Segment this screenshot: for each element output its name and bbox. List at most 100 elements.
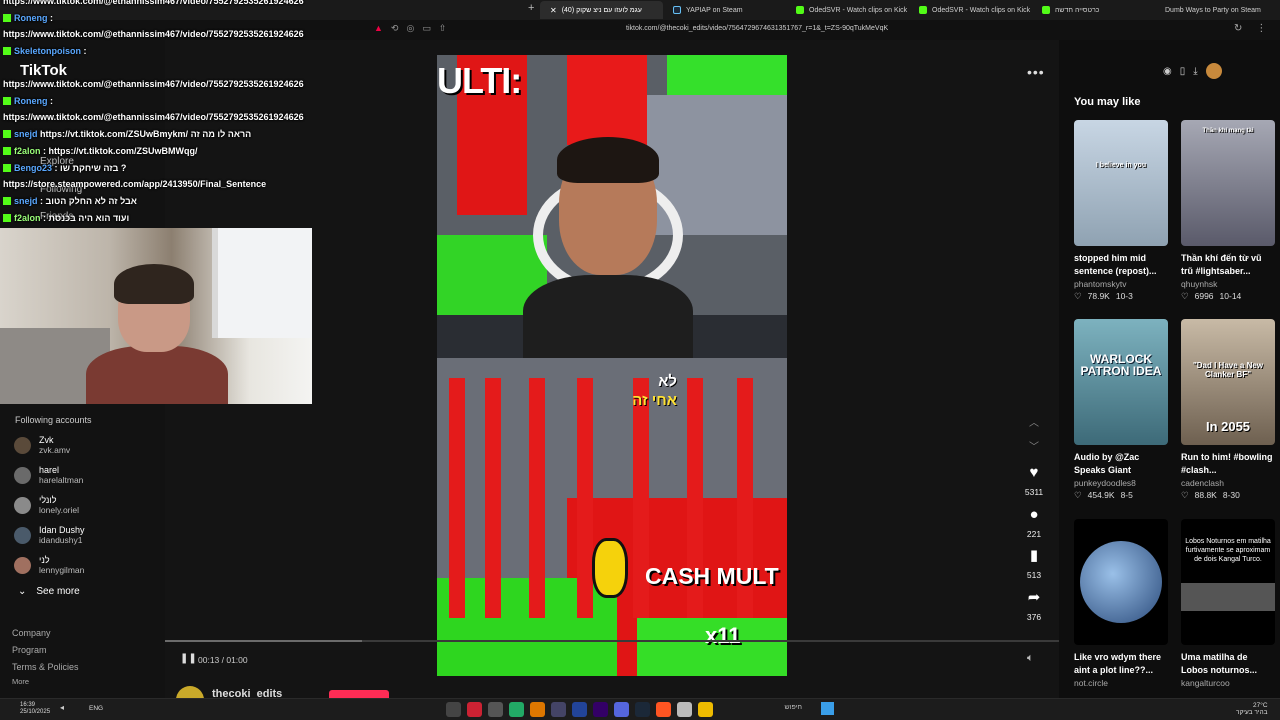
heart-icon: ♥: [1029, 464, 1039, 481]
video-caption-bottom: CASH MULT: [645, 563, 779, 589]
chrome-icon[interactable]: [467, 702, 482, 717]
following-account[interactable]: harel harelaltman: [14, 461, 164, 489]
app-icon[interactable]: [488, 702, 503, 717]
folder-icon[interactable]: [698, 702, 713, 717]
browser-tab-kick-1[interactable]: OdedSVR - Watch clips on Kick: [786, 1, 909, 19]
video-top-panel: ULTI:: [437, 55, 787, 365]
share-button[interactable]: ➦ 376: [1022, 589, 1046, 622]
see-more-label: See more: [36, 586, 80, 597]
clock-date: 25/10/2025: [20, 709, 51, 715]
webcam-overlay: [0, 228, 312, 404]
footer-company[interactable]: Company: [12, 628, 51, 638]
back-icon[interactable]: ⟲: [391, 23, 399, 34]
browser-tab-steam[interactable]: YAPIAP on Steam: [663, 1, 786, 19]
card-author: not.circle: [1074, 678, 1109, 688]
recommended-video-card[interactable]: Thần khí mạng tài Thần khí đến từ vũ trũ…: [1181, 120, 1275, 302]
chat-message: Roneng :: [3, 96, 53, 106]
app-icon[interactable]: [677, 702, 692, 717]
phone-icon[interactable]: ▯: [1180, 66, 1186, 77]
warning-icon[interactable]: ▲: [374, 23, 383, 34]
tab-label: (40) עגמ לועזו עם ניצ שקוק: [561, 6, 642, 14]
steam-icon: [673, 6, 681, 14]
taskbar-search[interactable]: חיפוש: [750, 704, 816, 716]
discord-icon[interactable]: [614, 702, 629, 717]
chat-text: :: [83, 46, 87, 56]
chat-message: f2alon : https://vt.tiktok.com/ZSUwBMWqg…: [3, 146, 198, 156]
footer-terms[interactable]: Terms & Policies: [12, 662, 79, 672]
app-icon[interactable]: [572, 702, 587, 717]
recommended-video-card[interactable]: "Dad I Have a New Clanker BF" In 2055 Ru…: [1181, 319, 1275, 501]
video-progress-bar[interactable]: [165, 640, 1059, 642]
app-icon[interactable]: [530, 702, 545, 717]
compass-icon[interactable]: ◉: [1163, 66, 1172, 77]
brave-icon[interactable]: [656, 702, 671, 717]
account-name: harel: [39, 465, 60, 475]
chat-text: :: [50, 13, 54, 23]
new-tab-icon[interactable]: +: [528, 2, 534, 14]
screen-icon[interactable]: ▭: [422, 23, 431, 34]
following-account[interactable]: Idan Dushy idandushy1: [14, 521, 164, 549]
menu-icon[interactable]: ⋮: [1256, 23, 1266, 34]
following-account[interactable]: לונלי lonely.oriel: [14, 491, 164, 519]
recommended-video-card[interactable]: I believe in you stopped him mid sentenc…: [1074, 120, 1168, 302]
chat-message: Roneng :: [3, 13, 53, 23]
share-count: 376: [1026, 612, 1042, 622]
kick-icon: [1042, 6, 1050, 14]
volume-icon[interactable]: 🔈︎: [1027, 652, 1034, 665]
footer-program[interactable]: Program: [12, 645, 47, 655]
see-more-button[interactable]: ⌄ See more: [18, 586, 80, 597]
following-account[interactable]: Zvk zvk.amv: [14, 431, 164, 459]
premiere-icon[interactable]: [593, 702, 608, 717]
hebrew-line-1: לא: [658, 373, 677, 390]
card-likes: 6996: [1194, 291, 1214, 301]
taskbar-clock[interactable]: 16:39 25/10/2025: [20, 702, 50, 716]
video-player[interactable]: ULTI: לא אחי זה CASH MULT x11: [437, 55, 787, 676]
reload-icon[interactable]: ↻: [1234, 23, 1242, 34]
pause-icon[interactable]: ❚❚: [180, 653, 197, 664]
browser-tab-kick-2[interactable]: OdedSVR - Watch clips on Kick: [909, 1, 1032, 19]
browser-tab-new[interactable]: כרטסייה חדשה: [1032, 1, 1155, 19]
browser-tab-steam-2[interactable]: Dumb Ways to Party on Steam: [1155, 1, 1278, 19]
account-handle: lennygilman: [39, 565, 85, 575]
recommended-video-card[interactable]: WARLOCK PATRON IDEA Audio by @Zac Speaks…: [1074, 319, 1168, 501]
wolves-image: [1181, 583, 1275, 611]
footer-more[interactable]: More: [12, 677, 29, 686]
card-date: 10-14: [1219, 291, 1242, 301]
share-icon[interactable]: ⇧: [439, 23, 447, 34]
heart-icon: ♡: [1181, 490, 1189, 500]
recommended-video-card[interactable]: Lobos Noturnos em matilha furtivamente s…: [1181, 519, 1275, 688]
following-account[interactable]: לני lennygilman: [14, 551, 164, 579]
chevron-down-icon[interactable]: ﹀: [1029, 438, 1039, 453]
comment-button[interactable]: ● 221: [1022, 506, 1046, 539]
profile-avatar[interactable]: [1205, 63, 1222, 79]
follow-button[interactable]: [329, 690, 389, 698]
save-button[interactable]: ▮ 513: [1022, 547, 1046, 580]
windows-start-icon[interactable]: [821, 702, 834, 715]
thumbnail-text: Thần khí mạng tài: [1202, 128, 1254, 134]
volume-tray-icon[interactable]: ◂: [60, 703, 64, 712]
chevron-up-icon[interactable]: ︿: [1029, 414, 1039, 429]
steam-icon[interactable]: [635, 702, 650, 717]
multiplier-text: x11: [705, 623, 741, 648]
close-tab-icon[interactable]: ✕: [550, 6, 557, 15]
more-options-icon[interactable]: •••: [1027, 64, 1045, 80]
input-language[interactable]: ENG: [89, 705, 103, 712]
windows-taskbar: 16:39 25/10/2025 ◂ ENG חיפוש 27°C בהיר ב…: [0, 698, 1280, 720]
cage-bar: [449, 378, 465, 618]
avatar: [14, 556, 31, 574]
app-icon[interactable]: [509, 702, 524, 717]
app-icon[interactable]: [446, 702, 461, 717]
account-name: לני: [39, 555, 50, 565]
weather-widget[interactable]: 27°C בהיר בעיקר: [1236, 702, 1268, 716]
chat-text: https://vt.tiktok.com/ZSUwBmykm/ הראה לו…: [40, 129, 252, 139]
kick-icon: [796, 6, 804, 14]
browser-tab-tiktok[interactable]: ✕ (40) עגמ לועזו עם ניצ שקוק: [540, 1, 663, 19]
recommended-video-card[interactable]: Like vro wdym there aint a plot line??..…: [1074, 519, 1168, 688]
download-icon[interactable]: ⤓: [1193, 66, 1197, 77]
app-icon[interactable]: [551, 702, 566, 717]
like-button[interactable]: ♥ 5311: [1022, 464, 1046, 497]
camera-icon[interactable]: ◎: [406, 23, 414, 34]
card-author: punkeydoodles8: [1074, 478, 1136, 488]
chat-username: snejd: [14, 196, 38, 206]
url-text[interactable]: tiktok.com/@thecoki_edits/video/75647296…: [626, 25, 888, 32]
